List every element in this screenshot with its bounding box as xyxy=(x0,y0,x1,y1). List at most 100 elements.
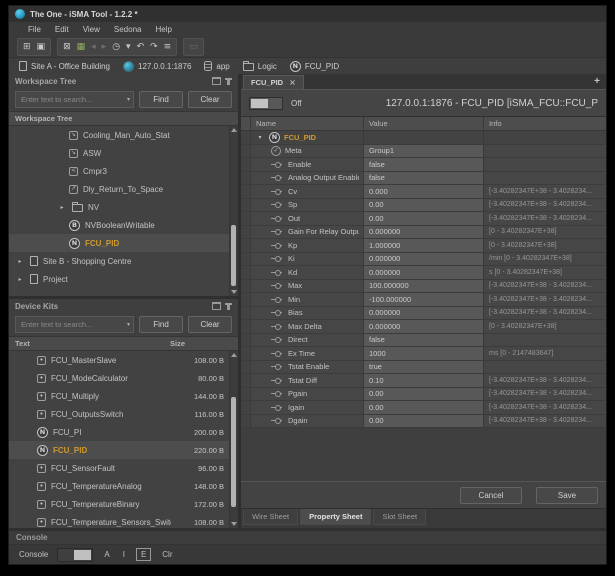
workspace-find-button[interactable]: Find xyxy=(139,91,183,108)
redo-icon[interactable]: ↷ xyxy=(148,43,160,52)
menu-view[interactable]: View xyxy=(76,25,107,34)
close-icon[interactable]: × xyxy=(289,78,296,87)
kit-item[interactable]: •FCU_Multiply144.00 B xyxy=(9,387,238,405)
property-value-cell[interactable]: 100.000000 xyxy=(364,280,484,294)
forward-icon[interactable]: ▸ xyxy=(100,43,109,52)
tree-item[interactable]: ▸Project xyxy=(9,270,238,288)
workspace-tree-scrollbar[interactable] xyxy=(229,126,238,296)
kit-item[interactable]: •FCU_TemperatureAnalog148.00 B xyxy=(9,477,238,495)
list-icon[interactable]: ≡ xyxy=(162,43,174,52)
add-tab-icon[interactable]: + xyxy=(588,76,606,87)
undo-icon[interactable]: ↶ xyxy=(135,43,147,52)
console-clear-button[interactable]: Clr xyxy=(160,550,174,559)
kit-item[interactable]: •FCU_Temperature_Sensors_Switch108.00 B xyxy=(9,513,238,528)
scrollbar-thumb[interactable] xyxy=(231,397,236,507)
property-value-cell[interactable]: 0.00 xyxy=(364,212,484,226)
pin-panel-icon[interactable] xyxy=(227,78,230,85)
property-row[interactable]: ▾NFCU_PID xyxy=(241,131,606,145)
console-error-button[interactable]: E xyxy=(136,548,151,561)
property-row[interactable]: Kd0.000000s [0 - 3.40282347E+38] xyxy=(241,266,606,280)
device-kits-search-input[interactable] xyxy=(19,319,127,330)
property-row[interactable]: Igain0.00[-3.40282347E+38 - 3.4028234... xyxy=(241,401,606,415)
property-row[interactable]: Pgain0.00[-3.40282347E+38 - 3.4028234... xyxy=(241,388,606,402)
property-row[interactable]: Tstat Enabletrue xyxy=(241,361,606,375)
maximize-panel-icon[interactable] xyxy=(212,302,221,310)
save-icon[interactable]: ▣ xyxy=(35,43,48,52)
kit-item[interactable]: NFCU_PI200.00 B xyxy=(9,423,238,441)
property-row[interactable]: Max Delta0.000000[0 - 3.40282347E+38] xyxy=(241,320,606,334)
property-value-cell[interactable]: 0.000000 xyxy=(364,226,484,240)
property-row[interactable]: Max100.000000[-3.40282347E+38 - 3.402823… xyxy=(241,280,606,294)
kit-item[interactable]: •FCU_ModeCalculator80.00 B xyxy=(9,369,238,387)
tree-item[interactable]: <Cmpr3 xyxy=(9,162,238,180)
kit-manager-icon[interactable]: ▦ xyxy=(75,43,88,52)
property-value-cell[interactable]: 0.000000 xyxy=(364,307,484,321)
property-value-cell[interactable]: 0.000000 xyxy=(364,253,484,267)
save-button[interactable]: Save xyxy=(536,487,598,504)
kit-item[interactable]: •FCU_TemperatureBinary172.00 B xyxy=(9,495,238,513)
property-row[interactable]: Bias0.000000[-3.40282347E+38 - 3.4028234… xyxy=(241,307,606,321)
tree-item[interactable]: NFCU_PID xyxy=(9,234,238,252)
property-value-cell[interactable]: false xyxy=(364,172,484,186)
property-value-cell[interactable]: false xyxy=(364,158,484,172)
console-all-button[interactable]: A xyxy=(102,550,111,559)
property-row[interactable]: Ex Time1000ms [0 - 2147483647] xyxy=(241,347,606,361)
tree-item[interactable]: ↘Cooling_Man_Auto_Stat xyxy=(9,126,238,144)
pin-panel-icon[interactable] xyxy=(227,303,230,310)
scrollbar-thumb[interactable] xyxy=(231,225,236,286)
property-value-cell[interactable]: 0.000 xyxy=(364,185,484,199)
property-value-cell[interactable]: 0.00 xyxy=(364,401,484,415)
back-icon[interactable]: ◂ xyxy=(89,43,98,52)
column-info[interactable]: Info xyxy=(484,117,606,130)
column-value[interactable]: Value xyxy=(364,117,484,130)
tree-item[interactable]: ▸NV xyxy=(9,198,238,216)
property-value-cell[interactable]: 0.000000 xyxy=(364,266,484,280)
property-value-cell[interactable]: 0.00 xyxy=(364,415,484,429)
history-caret-icon[interactable]: ▾ xyxy=(124,43,133,52)
property-value-cell[interactable]: 1000 xyxy=(364,347,484,361)
deploy-icon[interactable]: ▭ xyxy=(187,43,200,52)
workspace-search-input[interactable] xyxy=(19,94,127,105)
property-row[interactable]: Enablefalse xyxy=(241,158,606,172)
property-row[interactable]: Directfalse xyxy=(241,334,606,348)
tab-slot-sheet[interactable]: Slot Sheet xyxy=(373,509,426,525)
property-value-cell[interactable]: Group1 xyxy=(364,145,484,159)
property-value-cell[interactable] xyxy=(364,131,484,145)
property-value-cell[interactable]: -100.000000 xyxy=(364,293,484,307)
menu-edit[interactable]: Edit xyxy=(48,25,76,34)
kit-item[interactable]: •FCU_SensorFault96.00 B xyxy=(9,459,238,477)
device-kits-scrollbar[interactable] xyxy=(229,351,238,528)
kit-item[interactable]: NFCU_PID220.00 B xyxy=(9,441,238,459)
wire-sheet-icon[interactable]: ⊠ xyxy=(61,43,73,52)
device-kits-find-button[interactable]: Find xyxy=(139,316,183,333)
chevron-down-icon[interactable]: ▾ xyxy=(127,321,130,328)
breadcrumb-item[interactable]: app xyxy=(204,61,229,71)
property-value-cell[interactable]: 0.10 xyxy=(364,374,484,388)
layout-icon[interactable]: ⊞ xyxy=(21,43,33,52)
cancel-button[interactable]: Cancel xyxy=(460,487,522,504)
breadcrumb-item[interactable]: 127.0.0.1:1876 xyxy=(123,61,191,72)
property-row[interactable]: Kp1.000000[0 - 3.40282347E+38] xyxy=(241,239,606,253)
expander-icon[interactable]: ▾ xyxy=(255,134,265,141)
column-size[interactable]: Size xyxy=(170,339,218,348)
property-value-cell[interactable]: 0.00 xyxy=(364,388,484,402)
breadcrumb-item[interactable]: Logic xyxy=(243,61,277,71)
property-row[interactable]: ✓MetaGroup1 xyxy=(241,145,606,159)
tab-property-sheet[interactable]: Property Sheet xyxy=(300,509,371,525)
tree-item[interactable]: ↗Dly_Return_To_Space xyxy=(9,180,238,198)
property-value-cell[interactable]: false xyxy=(364,334,484,348)
breadcrumb-item[interactable]: Site A - Office Building xyxy=(19,61,110,71)
expander-icon[interactable]: ▸ xyxy=(15,276,25,283)
property-value-cell[interactable]: 1.000000 xyxy=(364,239,484,253)
chevron-down-icon[interactable]: ▾ xyxy=(127,96,130,103)
tab-fcu-pid[interactable]: FCU_PID × xyxy=(243,75,304,89)
tree-item[interactable]: ▸Site B - Shopping Centre xyxy=(9,252,238,270)
kit-item[interactable]: •FCU_MasterSlave108.00 B xyxy=(9,351,238,369)
property-row[interactable]: Tstat Diff0.10[-3.40282347E+38 - 3.40282… xyxy=(241,374,606,388)
menu-help[interactable]: Help xyxy=(148,25,178,34)
property-value-cell[interactable]: 0.000000 xyxy=(364,320,484,334)
property-row[interactable]: Ki0.000000/min [0 - 3.40282347E+38] xyxy=(241,253,606,267)
history-icon[interactable]: ◷ xyxy=(110,43,122,52)
property-row[interactable]: Analog Output Enablefalse xyxy=(241,172,606,186)
console-info-button[interactable]: I xyxy=(121,550,127,559)
